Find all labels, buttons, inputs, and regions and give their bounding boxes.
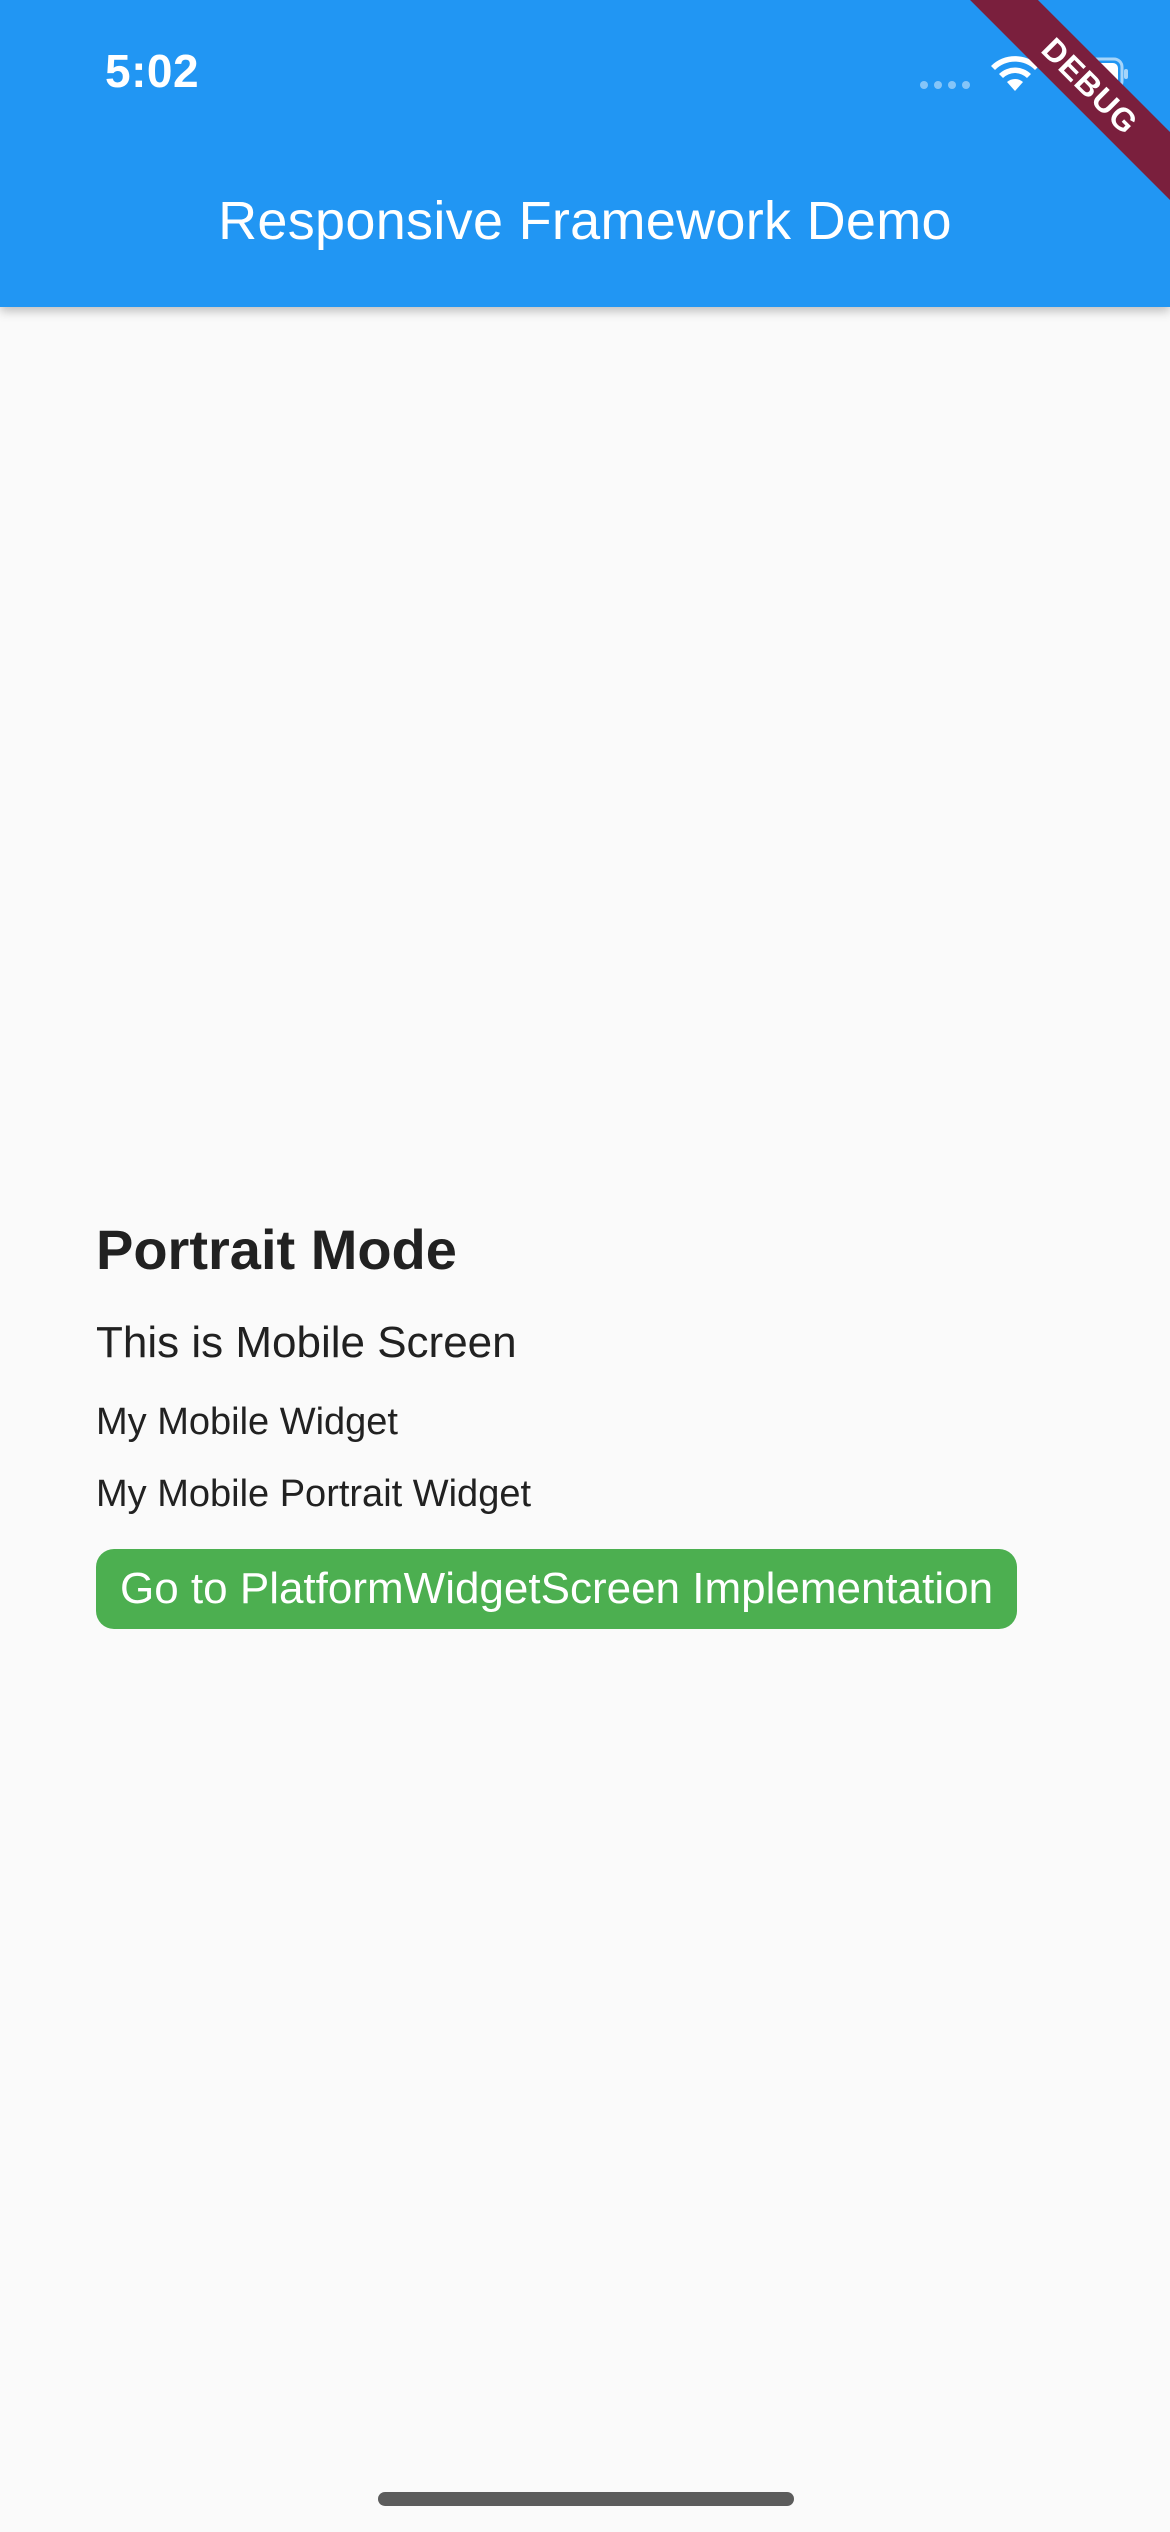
screen-type-label: This is Mobile Screen — [96, 1318, 517, 1367]
debug-banner-label: DEBUG — [959, 0, 1170, 217]
orientation-title: Portrait Mode — [96, 1218, 457, 1281]
main-content: Portrait Mode This is Mobile Screen My M… — [96, 1215, 1096, 1629]
debug-banner: DEBUG — [950, 0, 1170, 220]
status-time: 5:02 — [105, 45, 200, 97]
go-to-platform-widget-screen-button[interactable]: Go to PlatformWidgetScreen Implementatio… — [96, 1549, 1018, 1629]
home-indicator[interactable] — [378, 2492, 794, 2506]
mobile-portrait-widget-label: My Mobile Portrait Widget — [96, 1473, 532, 1515]
mobile-widget-label: My Mobile Widget — [96, 1401, 398, 1443]
